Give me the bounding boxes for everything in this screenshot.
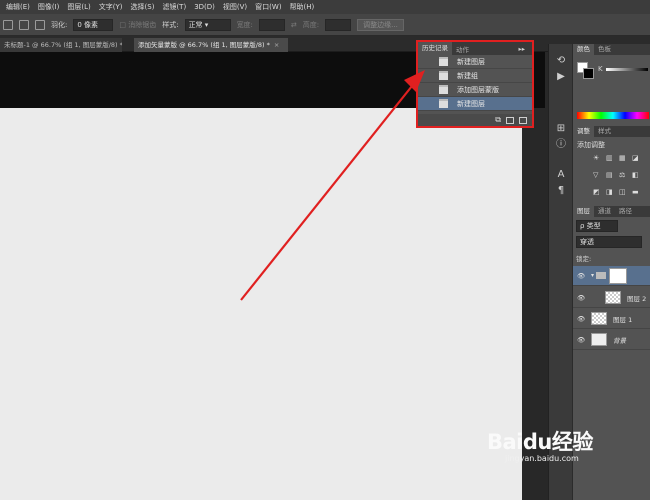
annotation-arrow (240, 85, 413, 301)
annotation-overlay (240, 70, 425, 301)
watermark-brand: Baidu经验 (487, 430, 593, 454)
annotation-arrowhead (404, 70, 425, 92)
watermark: Baidu经验 jingyan.baidu.com (487, 426, 593, 463)
